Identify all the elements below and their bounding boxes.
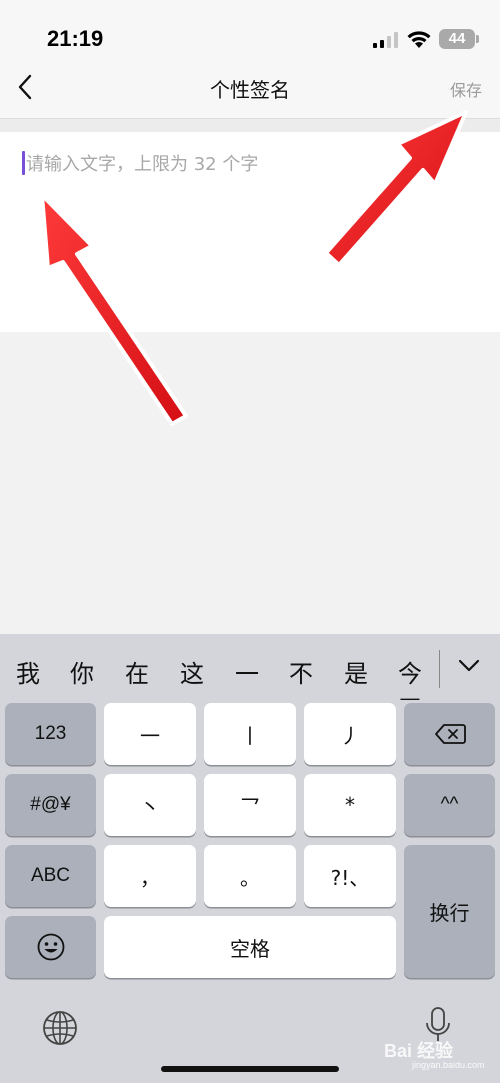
key-punctuation[interactable]: ?!、 bbox=[304, 845, 396, 907]
key-abc[interactable]: ABC bbox=[5, 845, 96, 907]
candidate-item[interactable]: 今天 bbox=[398, 654, 440, 700]
candidate-item[interactable]: 你 bbox=[70, 654, 94, 689]
signature-placeholder: 请输入文字，上限为 32 个字 bbox=[26, 154, 259, 175]
key-comma[interactable]: ， bbox=[104, 845, 196, 907]
candidate-item[interactable]: 在 bbox=[125, 654, 149, 689]
section-divider bbox=[0, 118, 500, 132]
candidate-list: 我 你 在 这 一 不 是 今天 bbox=[0, 634, 440, 700]
battery-icon: 44 bbox=[439, 29, 475, 49]
watermark-url: jingyan.baidu.com bbox=[412, 1060, 485, 1070]
key-emoticon[interactable]: ^^ bbox=[404, 774, 495, 836]
signature-input[interactable]: 请输入文字，上限为 32 个字 bbox=[0, 132, 500, 332]
key-wildcard[interactable]: * bbox=[304, 774, 396, 836]
key-stroke-dot[interactable]: 丶 bbox=[104, 774, 196, 836]
wifi-icon bbox=[407, 31, 431, 48]
nav-bar: 个性签名 保存 bbox=[0, 68, 500, 118]
candidate-bar: 我 你 在 这 一 不 是 今天 bbox=[0, 634, 500, 700]
emoji-icon bbox=[37, 933, 64, 961]
page-title: 个性签名 bbox=[210, 78, 290, 102]
backspace-icon bbox=[434, 724, 466, 744]
key-stroke-turning[interactable]: 乛 bbox=[204, 774, 296, 836]
key-stroke-horizontal[interactable]: 一 bbox=[104, 703, 196, 765]
keyboard: 我 你 在 这 一 不 是 今天 123 一 丨 丿 #@¥ 丶 乛 * ^^ … bbox=[0, 634, 500, 1083]
status-bar: 21:19 44 bbox=[0, 0, 500, 68]
candidate-item[interactable]: 一 bbox=[235, 654, 259, 689]
candidate-item[interactable]: 这 bbox=[180, 654, 204, 689]
text-caret bbox=[22, 151, 25, 175]
candidate-item[interactable]: 不 bbox=[289, 654, 313, 689]
key-stroke-left-falling[interactable]: 丿 bbox=[304, 703, 396, 765]
save-button[interactable]: 保存 bbox=[450, 77, 482, 101]
emoji-key[interactable] bbox=[5, 916, 96, 978]
return-key[interactable]: 换行 bbox=[404, 845, 495, 978]
candidate-item[interactable]: 是 bbox=[344, 654, 368, 689]
cellular-signal-icon bbox=[373, 32, 398, 48]
chevron-down-icon[interactable] bbox=[456, 654, 482, 676]
home-indicator bbox=[161, 1066, 339, 1072]
battery-tip bbox=[476, 35, 479, 43]
candidate-item[interactable]: 我 bbox=[16, 654, 40, 689]
status-time: 21:19 bbox=[47, 26, 104, 51]
key-period[interactable]: 。 bbox=[204, 845, 296, 907]
space-key[interactable]: 空格 bbox=[104, 916, 396, 978]
key-stroke-vertical[interactable]: 丨 bbox=[204, 703, 296, 765]
candidate-separator bbox=[439, 650, 440, 688]
globe-icon[interactable] bbox=[42, 1010, 78, 1046]
key-symbols[interactable]: #@¥ bbox=[5, 774, 96, 836]
delete-key[interactable] bbox=[404, 703, 495, 765]
key-123[interactable]: 123 bbox=[5, 703, 96, 765]
